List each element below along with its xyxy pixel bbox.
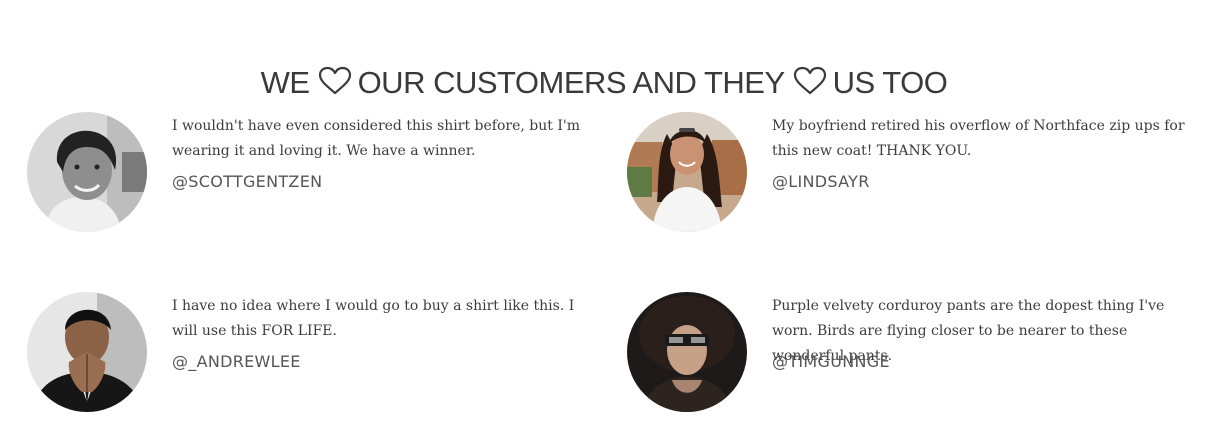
testimonial-quote: I have no idea where I would go to buy a… [172, 298, 575, 339]
heading-text-we: WE [260, 64, 310, 100]
testimonial-card: Purple velvety corduroy pants are the do… [627, 292, 1187, 422]
testimonial-card: I have no idea where I would go to buy a… [27, 292, 587, 422]
testimonial-handle[interactable]: @SCOTTGENTZEN [172, 172, 322, 191]
testimonial-handle[interactable]: @_ANDREWLEE [172, 352, 301, 371]
testimonial-card: My boyfriend retired his overflow of Nor… [627, 112, 1187, 242]
section-heading: WE OUR CUSTOMERS AND THEY US TOO [0, 61, 1208, 105]
avatar [627, 292, 747, 412]
testimonial-handle[interactable]: @LINDSAYR [772, 172, 870, 191]
avatar [27, 112, 147, 232]
heart-icon [793, 66, 827, 96]
heading-text-end: US TOO [832, 64, 948, 100]
testimonial-card: I wouldn't have even considered this shi… [27, 112, 587, 242]
testimonial-handle[interactable]: @TIMGUNNGE [772, 352, 890, 371]
heading-text-middle: OUR CUSTOMERS AND THEY [357, 64, 786, 100]
testimonial-quote: My boyfriend retired his overflow of Nor… [772, 118, 1185, 159]
testimonial-quote: I wouldn't have even considered this shi… [172, 118, 580, 159]
heart-icon [318, 66, 352, 96]
avatar [27, 292, 147, 412]
avatar [627, 112, 747, 232]
